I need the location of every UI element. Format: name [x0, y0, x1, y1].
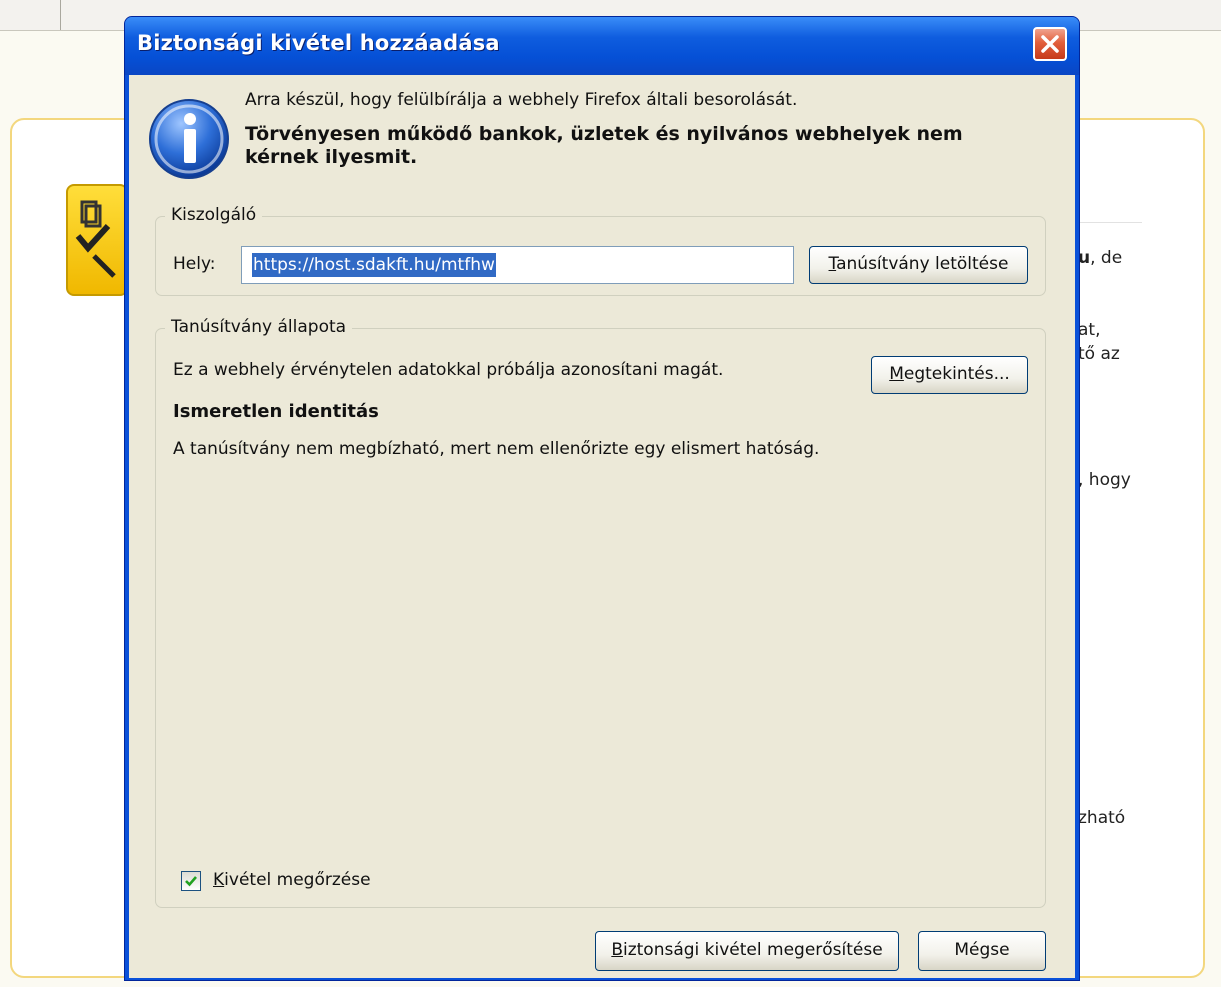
dialog-titlebar[interactable]: Biztonsági kivétel hozzáadása — [125, 17, 1079, 75]
server-legend: Kiszolgáló — [165, 205, 263, 225]
warning-logo-icon — [66, 184, 128, 296]
certificate-status-legend: Tanúsítvány állapota — [165, 317, 353, 337]
page-text-line: , hogy — [1078, 470, 1131, 490]
location-label: Hely: — [173, 254, 216, 274]
get-certificate-button[interactable]: Tanúsítvány letöltése — [809, 246, 1028, 284]
page-text-line: tő az — [1078, 344, 1120, 364]
add-security-exception-dialog: Biztonsági kivétel hozzáadása Arra készü… — [124, 16, 1080, 981]
permanent-exception-label[interactable]: Kivétel megőrzése — [213, 870, 371, 890]
location-value: https://host.sdakft.hu/mtfhw — [252, 253, 496, 277]
page-text-line: at, — [1078, 320, 1101, 340]
checkmark-icon — [185, 876, 197, 887]
info-icon — [149, 99, 229, 179]
close-button[interactable] — [1033, 27, 1067, 61]
confirm-security-exception-button[interactable]: Biztonsági kivétel megerősítése — [595, 931, 899, 971]
dialog-title: Biztonsági kivétel hozzáadása — [137, 31, 500, 55]
cancel-button[interactable]: Mégse — [918, 931, 1046, 971]
close-x-icon — [1041, 35, 1059, 53]
dialog-body: Arra készül, hogy felülbírálja a webhely… — [129, 75, 1075, 978]
toolbar-separator — [60, 0, 61, 30]
override-message: Arra készül, hogy felülbírálja a webhely… — [245, 90, 798, 110]
legitimate-sites-warning: Törvényesen működő bankok, üzletek és ny… — [245, 123, 963, 168]
location-input[interactable]: https://host.sdakft.hu/mtfhw — [241, 246, 794, 284]
page-text-line: zható — [1078, 808, 1126, 828]
unknown-identity-heading: Ismeretlen identitás — [173, 401, 379, 422]
unknown-identity-description: A tanúsítvány nem megbízható, mert nem e… — [173, 439, 820, 459]
page-text-line: u, de — [1078, 248, 1123, 268]
view-certificate-button[interactable]: Megtekintés... — [871, 356, 1028, 394]
page-divider — [1078, 222, 1142, 223]
certificate-status-text: Ez a webhely érvénytelen adatokkal próbá… — [173, 360, 724, 380]
permanent-exception-checkbox[interactable] — [181, 871, 201, 891]
